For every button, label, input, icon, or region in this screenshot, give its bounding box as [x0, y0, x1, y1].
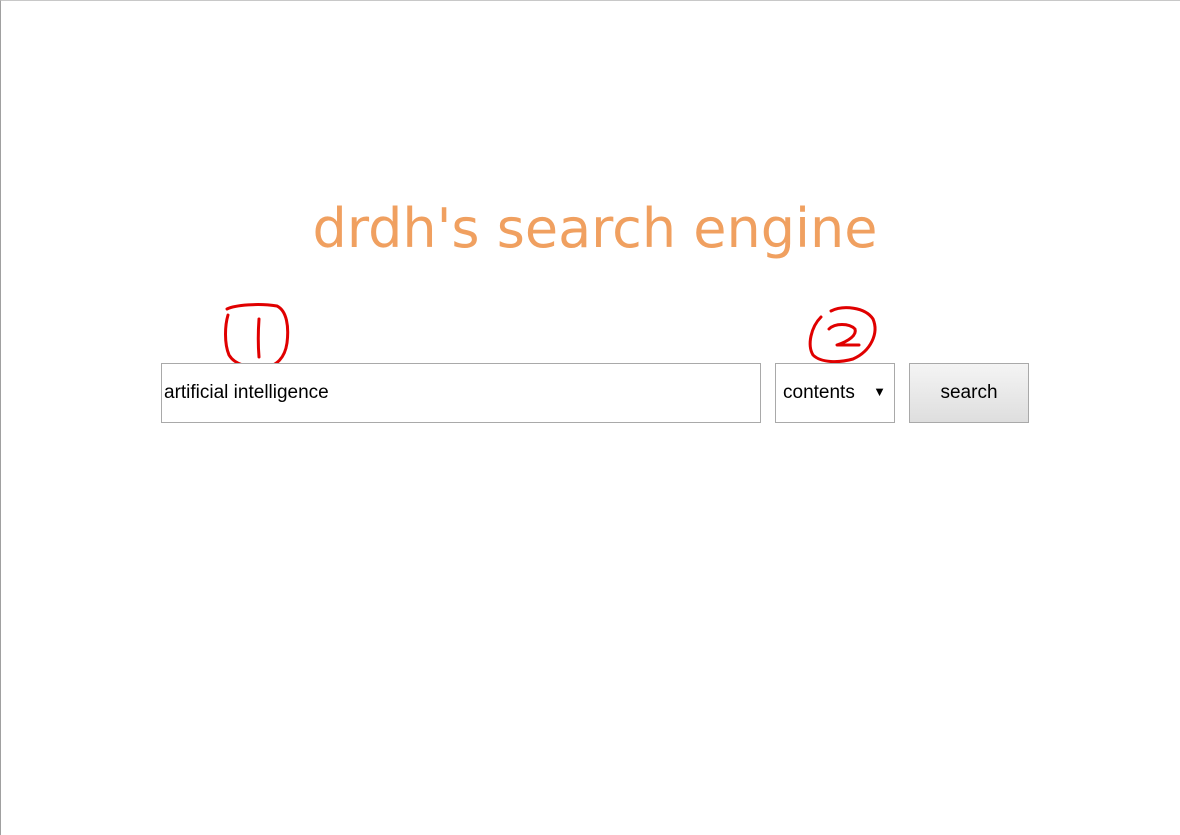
marker-1-glyph	[224, 303, 290, 369]
dropdown-arrow-icon: ▼	[873, 384, 886, 399]
annotation-marker-2	[808, 306, 877, 364]
page-title: drdh's search engine	[312, 197, 878, 260]
annotation-marker-1	[224, 303, 290, 369]
browser-viewport: drdh's search engine contents ▼ search	[0, 0, 1180, 835]
search-input[interactable]	[161, 363, 761, 423]
search-field-selected-value: contents	[783, 382, 855, 403]
marker-2-glyph	[808, 306, 877, 364]
search-field-select[interactable]: contents ▼	[775, 363, 895, 423]
search-button[interactable]: search	[909, 363, 1029, 423]
